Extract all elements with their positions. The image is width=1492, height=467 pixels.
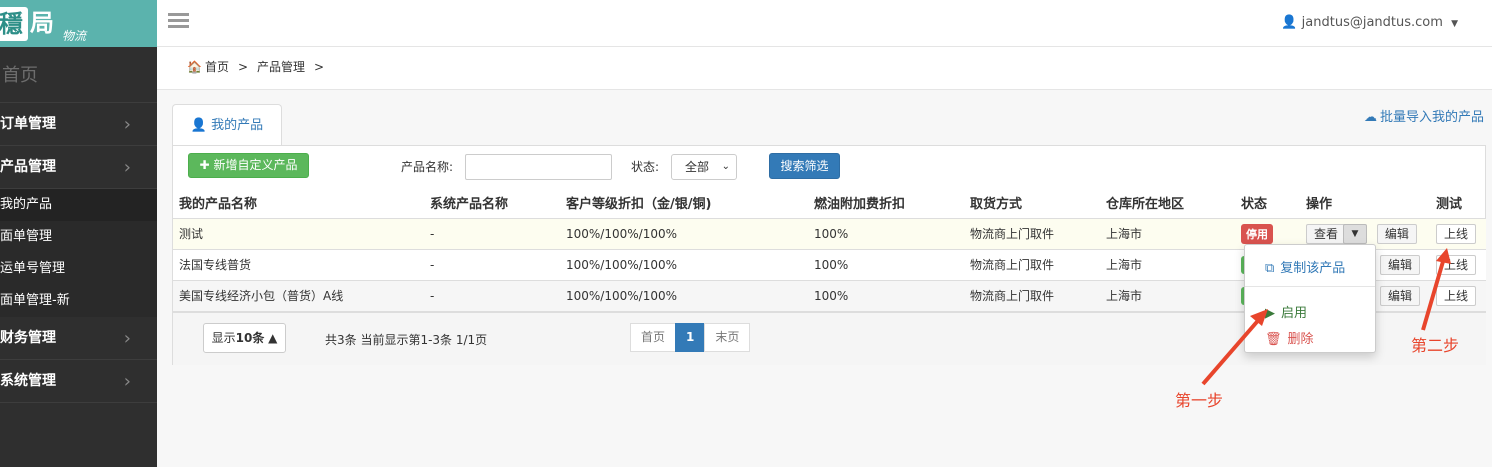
annotation-arrows (1201, 248, 1451, 386)
arrow-step1 (1201, 309, 1268, 386)
arrow-step2 (1421, 248, 1451, 331)
annotation-step2: 第二步 (1411, 336, 1460, 355)
annotation-step1: 第一步 (1175, 391, 1224, 410)
